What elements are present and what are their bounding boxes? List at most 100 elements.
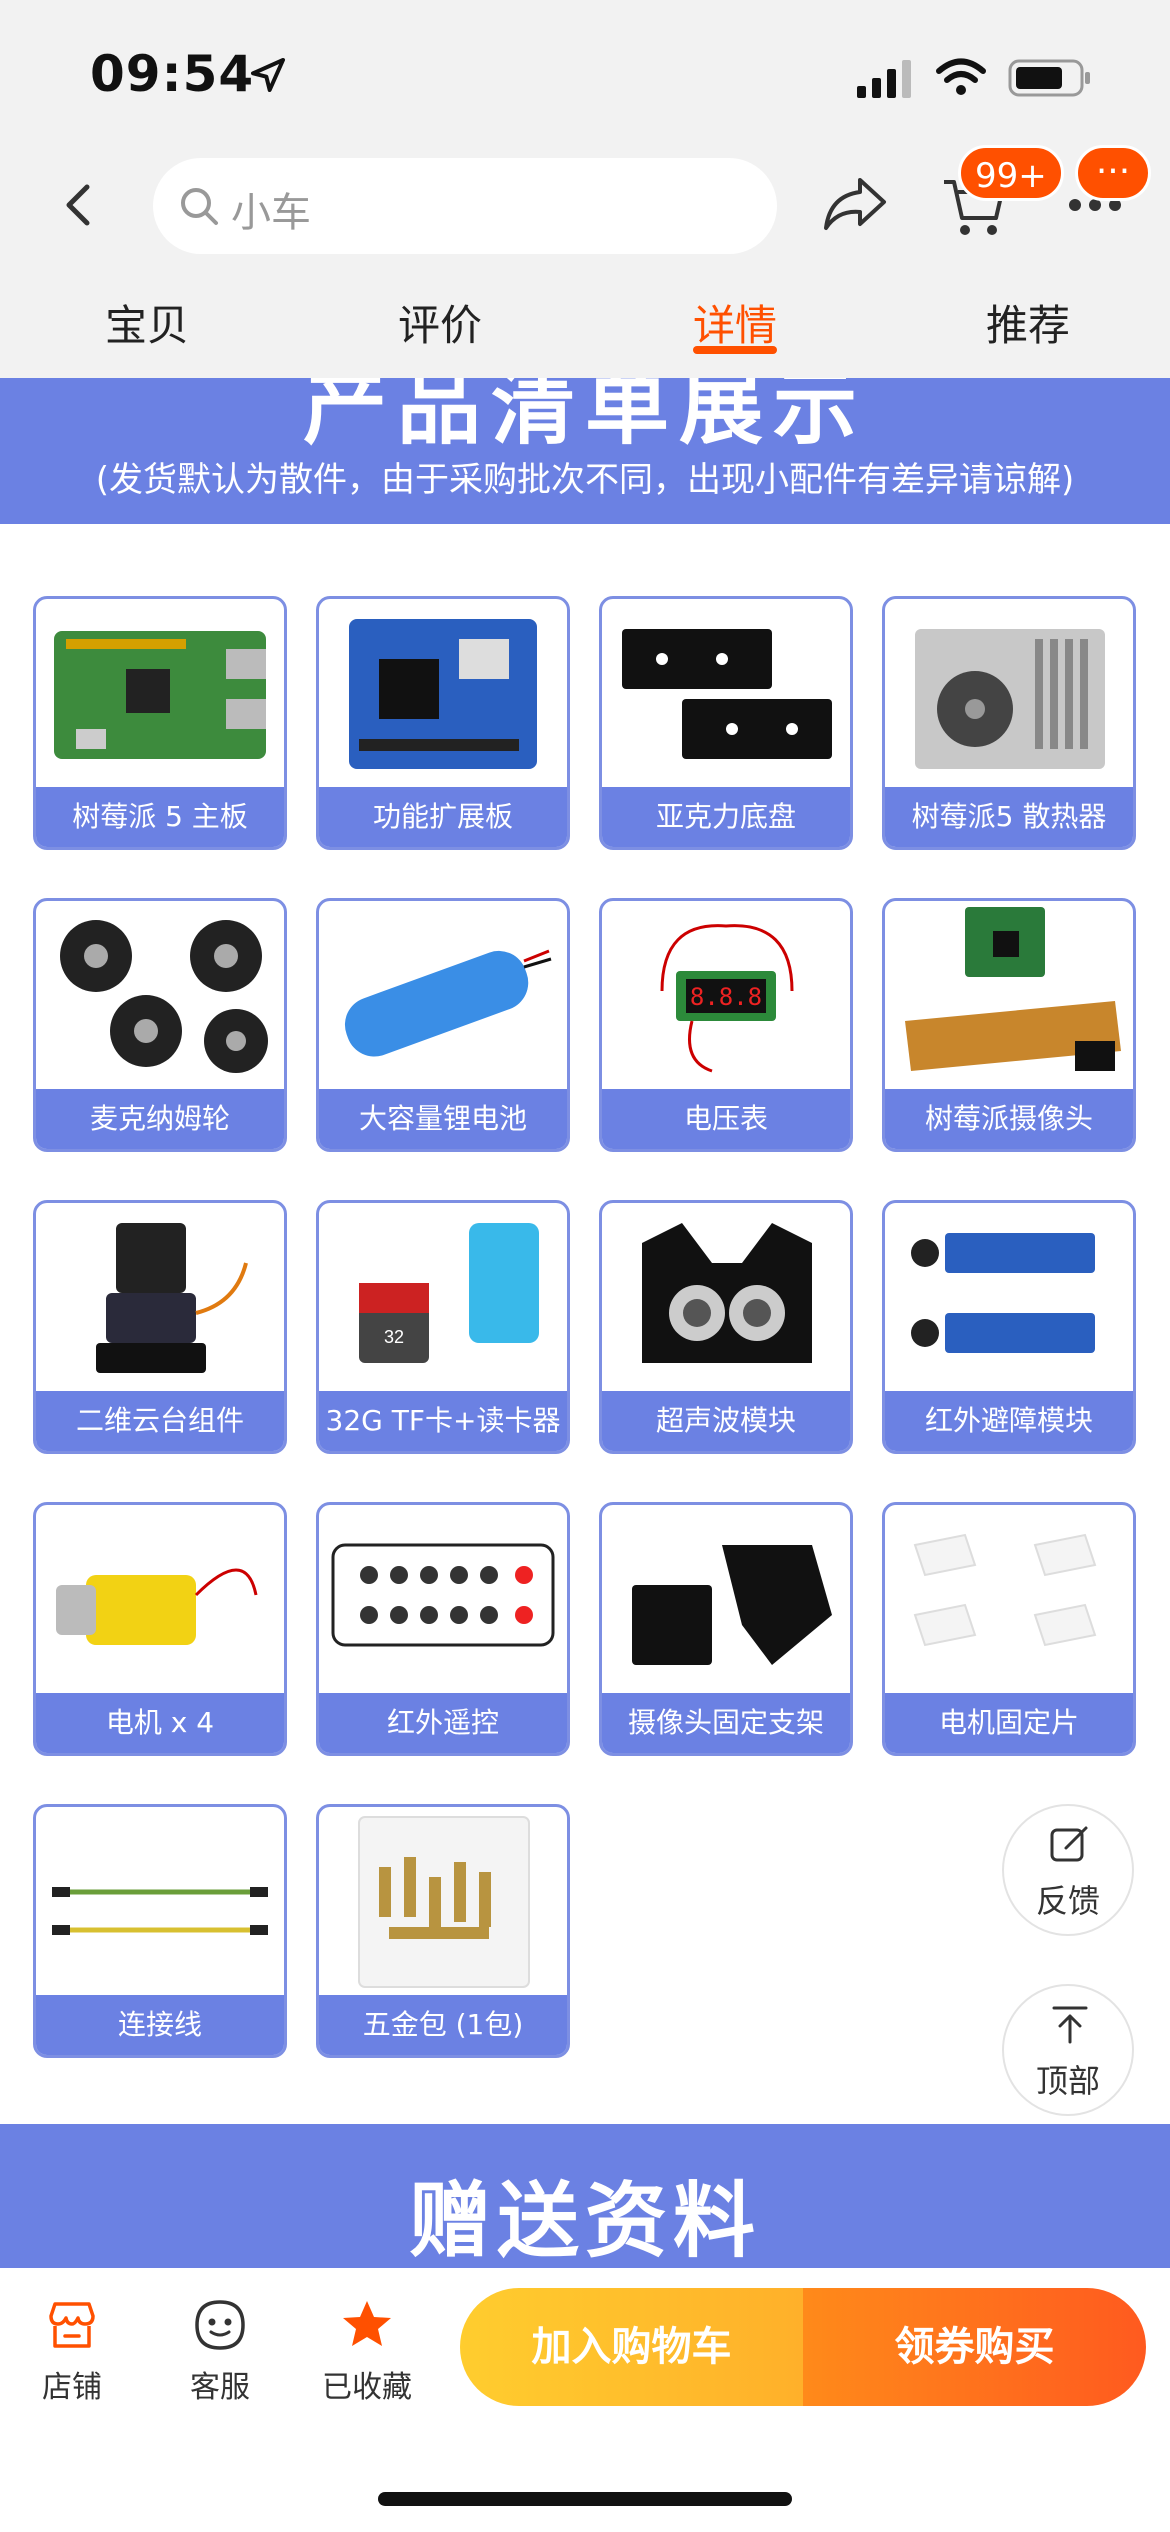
buy-with-coupon-button[interactable]: 领券购买 xyxy=(803,2288,1146,2406)
search-placeholder: 小车 xyxy=(231,190,311,236)
product-card: 亚克力底盘 xyxy=(599,596,853,850)
star-filled-icon xyxy=(343,2301,391,2346)
product-label: 功能扩展板 xyxy=(319,787,567,847)
status-bar: 09:54 xyxy=(0,0,1170,150)
product-card: 树莓派5 散热器 xyxy=(882,596,1136,850)
product-card: 32 32G TF卡+读卡器 xyxy=(316,1200,570,1454)
camera-module-icon xyxy=(905,907,1121,1071)
cart-count-badge: 99+ xyxy=(958,145,1064,201)
banner-title: 产品清单展示 xyxy=(302,378,867,456)
add-to-cart-button[interactable]: 加入购物车 xyxy=(460,2288,803,2406)
product-card: 红外遥控 xyxy=(316,1502,570,1756)
home-indicator xyxy=(378,2492,792,2506)
product-label: 红外遥控 xyxy=(319,1693,567,1753)
mecanum-wheel-icon xyxy=(60,920,268,1073)
gift-materials-banner: 赠送资料 xyxy=(0,2124,1170,2269)
lithium-battery-icon xyxy=(344,949,552,1057)
feedback-label: 反馈 xyxy=(1035,1882,1100,1920)
product-label: 树莓派5 散热器 xyxy=(885,787,1133,847)
cellular-signal-icon xyxy=(857,60,911,98)
product-card: 麦克纳姆轮 xyxy=(33,898,287,1152)
product-label: 红外避障模块 xyxy=(885,1391,1133,1451)
expansion-board-icon xyxy=(349,619,537,769)
product-card: 电机固定片 xyxy=(882,1502,1136,1756)
ir-remote-icon xyxy=(331,1543,555,1647)
tab-recommend[interactable]: 推荐 xyxy=(986,292,1070,353)
gift-banner-title: 赠送资料 xyxy=(408,2174,761,2269)
product-label: 电机固定片 xyxy=(885,1693,1133,1753)
tab-baobei[interactable]: 宝贝 xyxy=(105,292,189,353)
product-label: 超声波模块 xyxy=(602,1391,850,1451)
product-label: 连接线 xyxy=(36,1995,284,2055)
product-card: 连接线 xyxy=(33,1804,287,2058)
ir-sensor-icon xyxy=(911,1233,1095,1353)
top-label: 顶部 xyxy=(1035,2062,1100,2100)
voltmeter-icon: 8.8.8 xyxy=(660,924,794,1073)
product-label: 二维云台组件 xyxy=(36,1391,284,1451)
customer-service-icon xyxy=(195,2300,245,2350)
raspberry-pi-board-icon xyxy=(54,631,266,759)
edit-feedback-icon xyxy=(1050,1826,1088,1862)
more-notification-badge: ··· xyxy=(1075,145,1151,201)
tab-details[interactable]: 详情 xyxy=(693,292,777,353)
customer-service-button[interactable]: 客服 xyxy=(160,2298,280,2406)
cable-icon xyxy=(52,1887,268,1935)
camera-bracket-icon xyxy=(632,1545,832,1665)
product-label: 亚克力底盘 xyxy=(602,787,850,847)
product-label: 树莓派摄像头 xyxy=(885,1089,1133,1149)
product-card: 超声波模块 xyxy=(599,1200,853,1454)
arrow-up-icon xyxy=(1052,2006,1088,2044)
share-icon[interactable] xyxy=(820,172,890,236)
battery-icon xyxy=(1008,59,1090,97)
product-label: 麦克纳姆轮 xyxy=(36,1089,284,1149)
svg-text:32: 32 xyxy=(384,1327,404,1347)
customer-service-label: 客服 xyxy=(190,2370,250,2405)
feedback-button[interactable]: 反馈 xyxy=(1002,1804,1134,1936)
hardware-kit-icon xyxy=(358,1816,530,1988)
shop-button[interactable]: 店铺 xyxy=(12,2298,132,2406)
back-chevron-icon[interactable] xyxy=(55,175,105,235)
shop-label: 店铺 xyxy=(42,2370,102,2405)
detail-tabs: 宝贝 评价 详情 推荐 xyxy=(0,260,1170,378)
product-label: 电压表 xyxy=(602,1089,850,1149)
motor-mount-icon xyxy=(913,1533,1097,1647)
favorite-label: 已收藏 xyxy=(322,2370,412,2405)
product-card: 电机 x 4 xyxy=(33,1502,287,1756)
product-card: 功能扩展板 xyxy=(316,596,570,850)
product-card: 8.8.8 电压表 xyxy=(599,898,853,1152)
banner-subtitle: (发货默认为散件，由于采购批次不同，出现小配件有差异请谅解) xyxy=(95,460,1075,500)
product-card: 摄像头固定支架 xyxy=(599,1502,853,1756)
scroll-top-button[interactable]: 顶部 xyxy=(1002,1984,1134,2116)
tf-card-icon: 32 xyxy=(359,1223,539,1363)
motor-icon xyxy=(56,1568,258,1645)
product-card: 二维云台组件 xyxy=(33,1200,287,1454)
tab-reviews[interactable]: 评价 xyxy=(398,292,482,353)
product-label: 大容量锂电池 xyxy=(319,1089,567,1149)
product-label: 32G TF卡+读卡器 xyxy=(319,1391,567,1451)
product-label: 电机 x 4 xyxy=(36,1693,284,1753)
product-card: 树莓派摄像头 xyxy=(882,898,1136,1152)
product-label: 五金包 (1包) xyxy=(319,1995,567,2055)
svg-text:8.8.8: 8.8.8 xyxy=(690,983,762,1011)
search-icon xyxy=(181,188,218,225)
status-time: 09:54 xyxy=(90,45,255,103)
active-tab-indicator xyxy=(693,346,777,354)
product-list-banner: 产品清单展示 (发货默认为散件，由于采购批次不同，出现小配件有差异请谅解) xyxy=(0,378,1170,524)
product-card: 大容量锂电池 xyxy=(316,898,570,1152)
cooler-fan-icon xyxy=(915,629,1105,769)
product-card: 树莓派 5 主板 xyxy=(33,596,287,850)
location-arrow-icon xyxy=(251,58,285,92)
search-input[interactable]: 小车 xyxy=(153,158,777,254)
favorite-button[interactable]: 已收藏 xyxy=(307,2298,427,2406)
shop-icon xyxy=(49,2302,95,2348)
purchase-buttons: 加入购物车 领券购买 xyxy=(460,2288,1146,2406)
wifi-icon xyxy=(936,58,986,95)
product-label: 摄像头固定支架 xyxy=(602,1693,850,1753)
nav-bar: 小车 99+ ··· xyxy=(0,145,1170,260)
product-card: 五金包 (1包) xyxy=(316,1804,570,2058)
product-card: 红外避障模块 xyxy=(882,1200,1136,1454)
ultrasonic-icon xyxy=(642,1223,812,1363)
product-grid: 树莓派 5 主板 功能扩展板 亚克力底盘 树莓派5 散热器 麦克纳姆轮 大容量锂… xyxy=(0,524,1170,2124)
acrylic-chassis-icon xyxy=(622,629,832,759)
product-label: 树莓派 5 主板 xyxy=(36,787,284,847)
